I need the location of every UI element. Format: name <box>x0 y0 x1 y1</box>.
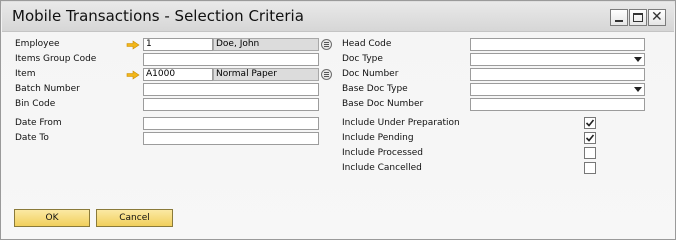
date-from-label: Date From <box>15 118 62 128</box>
selection-criteria-window: Mobile Transactions - Selection Criteria… <box>0 0 676 240</box>
doc-type-label: Doc Type <box>342 54 383 64</box>
batch-number-field[interactable] <box>143 83 319 96</box>
doc-type-select[interactable] <box>470 53 645 66</box>
employee-name-field: Doe, John <box>213 38 319 51</box>
include-pending-checkbox[interactable] <box>584 132 596 144</box>
close-icon: ✕ <box>651 9 663 25</box>
doc-number-label: Doc Number <box>342 69 399 79</box>
head-code-field[interactable] <box>470 38 645 51</box>
checkmark-icon <box>585 119 595 127</box>
include-cancelled-label: Include Cancelled <box>342 163 422 173</box>
bin-code-field[interactable] <box>143 98 319 111</box>
employee-picker-icon[interactable] <box>321 39 332 50</box>
doc-number-field[interactable] <box>470 68 645 81</box>
include-processed-label: Include Processed <box>342 148 424 158</box>
item-picker-icon[interactable] <box>321 69 332 80</box>
item-label: Item <box>15 69 36 79</box>
date-to-field[interactable] <box>143 132 319 145</box>
minimize-button[interactable] <box>610 9 628 26</box>
close-button[interactable]: ✕ <box>648 9 666 26</box>
ok-button[interactable]: OK <box>14 209 90 227</box>
minimize-icon <box>615 20 623 22</box>
include-under-preparation-label: Include Under Preparation <box>342 118 460 128</box>
items-group-code-label: Items Group Code <box>15 54 97 64</box>
include-under-preparation-checkbox[interactable] <box>584 117 596 129</box>
maximize-icon <box>633 13 643 22</box>
date-to-label: Date To <box>15 133 49 143</box>
maximize-button[interactable] <box>629 9 647 26</box>
include-cancelled-checkbox[interactable] <box>584 162 596 174</box>
batch-number-label: Batch Number <box>15 84 80 94</box>
items-group-code-field[interactable] <box>143 53 319 66</box>
window-title: Mobile Transactions - Selection Criteria <box>12 7 304 25</box>
base-doc-type-label: Base Doc Type <box>342 84 408 94</box>
title-bar: Mobile Transactions - Selection Criteria… <box>2 2 674 32</box>
base-doc-type-select[interactable] <box>470 83 645 96</box>
base-doc-number-field[interactable] <box>470 98 645 111</box>
include-processed-checkbox[interactable] <box>584 147 596 159</box>
chevron-down-icon <box>634 57 642 62</box>
include-pending-label: Include Pending <box>342 133 414 143</box>
item-link-arrow-icon[interactable] <box>126 70 140 80</box>
employee-label: Employee <box>15 39 60 49</box>
head-code-label: Head Code <box>342 39 392 49</box>
item-code-field[interactable]: A1000 <box>143 68 213 81</box>
bin-code-label: Bin Code <box>15 99 56 109</box>
date-from-field[interactable] <box>143 117 319 130</box>
employee-code-field[interactable]: 1 <box>143 38 213 51</box>
base-doc-number-label: Base Doc Number <box>342 99 424 109</box>
employee-link-arrow-icon[interactable] <box>126 40 140 50</box>
cancel-button[interactable]: Cancel <box>96 209 173 227</box>
checkmark-icon <box>585 134 595 142</box>
item-name-field: Normal Paper <box>213 68 319 81</box>
chevron-down-icon <box>634 87 642 92</box>
